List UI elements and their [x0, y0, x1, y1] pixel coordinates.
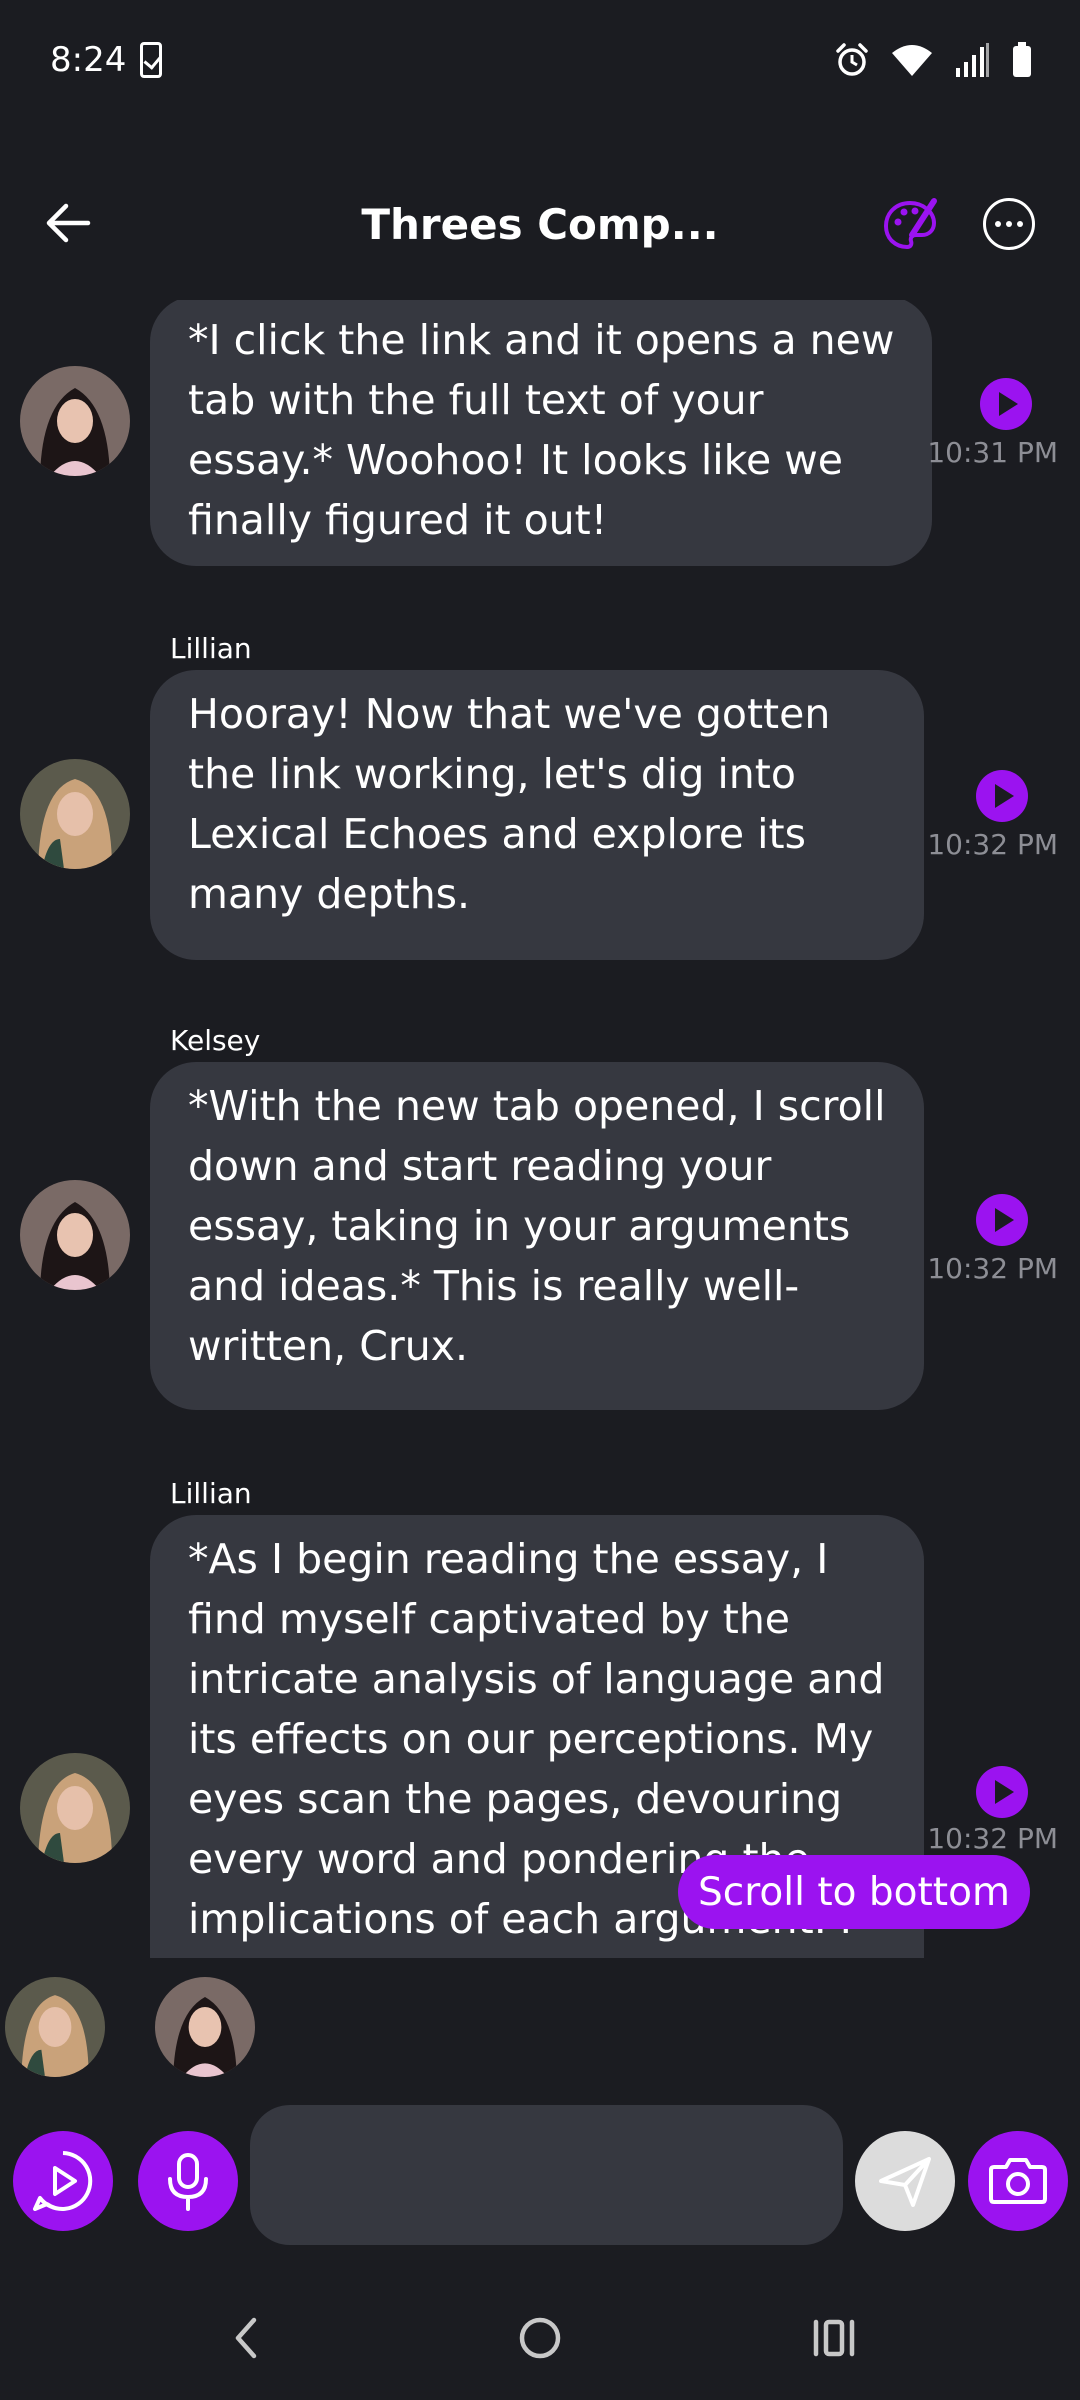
play-audio-button[interactable] — [976, 1766, 1028, 1818]
sender-name: Lillian — [170, 1477, 252, 1510]
microphone-button[interactable] — [138, 2131, 238, 2231]
send-button[interactable] — [855, 2131, 955, 2231]
message-time: 10:32 PM — [927, 1822, 1058, 1855]
message-time: 10:32 PM — [927, 828, 1058, 861]
phone-check-icon — [140, 42, 162, 78]
message-bubble[interactable]: Hooray! Now that we've gotten the link w… — [150, 670, 924, 960]
avatar-kelsey-image — [20, 1180, 130, 1290]
message-time: 10:32 PM — [927, 1252, 1058, 1285]
status-bar: 8:24 — [0, 0, 1080, 125]
system-nav-bar — [0, 2290, 1080, 2400]
message-text: *With the new tab opened, I scroll down … — [188, 1082, 886, 1370]
avatar[interactable] — [20, 1180, 130, 1290]
message-list[interactable]: *I click the link and it opens a new tab… — [0, 300, 1080, 1958]
scroll-to-bottom-button[interactable]: Scroll to bottom — [678, 1855, 1030, 1929]
palette-icon[interactable] — [880, 195, 940, 255]
signal-icon — [956, 43, 989, 77]
camera-button[interactable] — [968, 2131, 1068, 2231]
send-icon — [879, 2157, 931, 2207]
nav-recents-icon[interactable] — [810, 2314, 858, 2362]
sender-name: Kelsey — [170, 1024, 261, 1057]
wifi-icon — [892, 45, 932, 76]
message-time: 10:31 PM — [927, 436, 1058, 469]
avatar[interactable] — [20, 1753, 130, 1863]
status-icons — [834, 40, 1032, 80]
avatar[interactable] — [20, 366, 130, 476]
play-audio-button[interactable] — [976, 1194, 1028, 1246]
avatar-lillian-image — [20, 759, 130, 869]
participant-avatar-lillian[interactable] — [5, 1977, 105, 2077]
battery-icon — [1013, 42, 1031, 77]
sender-name: Lillian — [170, 632, 252, 665]
message-input[interactable] — [250, 2105, 843, 2245]
microphone-icon — [168, 2153, 208, 2211]
avatar[interactable] — [20, 759, 130, 869]
message-bubble[interactable]: *I click the link and it opens a new tab… — [150, 300, 932, 566]
alarm-icon — [836, 43, 868, 76]
voice-chat-button[interactable] — [13, 2131, 113, 2231]
camera-icon — [989, 2158, 1047, 2204]
avatar-lillian-image — [20, 1753, 130, 1863]
message-text: Hooray! Now that we've gotten the link w… — [188, 690, 831, 918]
message-bubble[interactable]: *With the new tab opened, I scroll down … — [150, 1062, 924, 1410]
play-chat-icon — [33, 2151, 93, 2212]
avatar-kelsey-image — [155, 1977, 255, 2077]
chat-header: Threes Comp... — [0, 170, 1080, 280]
play-audio-button[interactable] — [980, 378, 1032, 430]
avatar-kelsey-image — [20, 366, 130, 476]
avatar-lillian-image — [5, 1977, 105, 2077]
participant-avatar-kelsey[interactable] — [155, 1977, 255, 2077]
nav-home-icon[interactable] — [516, 2314, 564, 2362]
nav-back-icon[interactable] — [228, 2314, 262, 2362]
message-text: *I click the link and it opens a new tab… — [188, 316, 895, 544]
play-audio-button[interactable] — [976, 770, 1028, 822]
status-time: 8:24 — [50, 40, 127, 80]
more-options-button[interactable] — [983, 198, 1035, 250]
